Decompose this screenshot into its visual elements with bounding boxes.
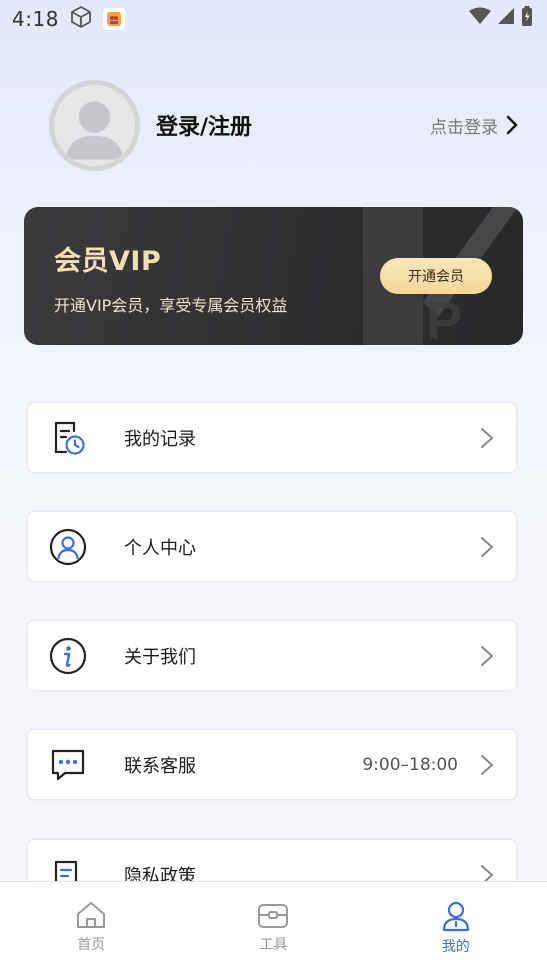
chat-bubble-icon (48, 745, 88, 785)
profile-header[interactable]: 登录/注册 点击登录 (49, 79, 523, 171)
home-icon (77, 902, 106, 928)
bottom-nav: 首页 工具 我的 (0, 881, 547, 972)
menu-label: 个人中心 (124, 537, 196, 559)
avatar[interactable] (49, 79, 140, 171)
vip-subtitle: 开通VIP会员，享受专属会员权益 (54, 296, 288, 315)
record-clock-icon (48, 418, 88, 458)
app-notification-icon (102, 8, 125, 30)
nav-item-tools[interactable]: 工具 (182, 882, 364, 972)
nav-item-home[interactable]: 首页 (0, 882, 182, 972)
vip-card[interactable]: VIP 会员VIP 开通VIP会员，享受专属会员权益 开通会员 (24, 207, 523, 345)
service-hours: 9:00–18:00 (362, 754, 458, 775)
open-membership-button[interactable]: 开通会员 (380, 258, 492, 294)
signal-icon (497, 7, 515, 29)
menu-label: 关于我们 (124, 646, 196, 668)
menu-item-about-us[interactable]: 关于我们 (28, 621, 516, 690)
login-register-title[interactable]: 登录/注册 (156, 109, 252, 141)
vip-watermark-text: VIP (375, 291, 462, 345)
menu-item-my-records[interactable]: 我的记录 (28, 403, 516, 472)
toolbox-icon (258, 904, 289, 928)
status-time: 4:18 (12, 7, 59, 31)
default-avatar-icon (65, 101, 124, 160)
person-icon (442, 901, 469, 932)
nav-label: 工具 (259, 937, 288, 953)
chevron-right-icon (481, 754, 493, 775)
chevron-right-icon (481, 427, 493, 448)
battery-icon (521, 6, 533, 30)
wifi-icon (469, 7, 491, 29)
tap-to-login-link[interactable]: 点击登录 (430, 113, 518, 138)
status-bar: 4:18 (0, 0, 547, 38)
tap-to-login-label: 点击登录 (430, 117, 498, 138)
menu-label: 我的记录 (124, 428, 196, 450)
chevron-right-icon (506, 115, 518, 135)
info-circle-icon (48, 636, 88, 676)
chevron-right-icon (481, 645, 493, 666)
vip-title: 会员VIP (54, 246, 162, 277)
user-circle-icon (48, 527, 88, 567)
cube-icon (69, 5, 93, 33)
nav-label: 首页 (77, 937, 106, 953)
nav-label: 我的 (441, 939, 470, 955)
nav-item-mine[interactable]: 我的 (365, 882, 547, 972)
chevron-right-icon (481, 536, 493, 557)
menu-item-personal-center[interactable]: 个人中心 (28, 512, 516, 581)
menu-label: 联系客服 (124, 755, 196, 777)
menu-item-contact-service[interactable]: 联系客服 9:00–18:00 (28, 730, 516, 799)
